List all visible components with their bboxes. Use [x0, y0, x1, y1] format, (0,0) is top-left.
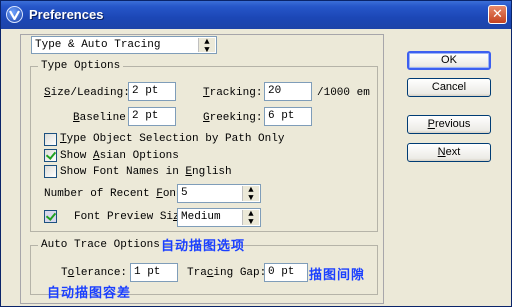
next-button[interactable]: Next: [407, 143, 491, 162]
section-dropdown-value: Type & Auto Tracing: [35, 39, 161, 51]
baseline-label: Baseline: [73, 112, 126, 124]
size-leading-label: Size/Leading:: [44, 87, 130, 99]
updown-arrow-icon: ▲ ▼: [242, 186, 259, 203]
annotation-tolerance: 自动描图容差: [47, 286, 132, 301]
greeking-input[interactable]: 6 pt: [264, 107, 312, 126]
updown-arrow-icon: ▲ ▼: [198, 38, 215, 55]
preferences-dialog: Preferences ✕ Type & Auto Tracing ▲ ▼ Typ…: [0, 0, 512, 307]
close-icon: ✕: [492, 7, 503, 22]
tracking-label: Tracking:: [203, 87, 263, 99]
section-dropdown[interactable]: Type & Auto Tracing ▲ ▼: [31, 36, 217, 55]
window-title: Preferences: [29, 7, 104, 22]
annotation-tracing-gap: 描图间隙: [309, 268, 366, 283]
recent-fonts-label: Number of Recent Fonts: [44, 188, 189, 200]
type-options-label: Type Options: [38, 60, 124, 72]
close-button[interactable]: ✕: [488, 5, 507, 24]
show-asian-options-label: Show Asian Options: [60, 150, 179, 162]
baseline-input[interactable]: 2 pt: [128, 107, 176, 126]
tracing-gap-label: Tracing Gap:: [187, 267, 267, 279]
ok-button[interactable]: OK: [407, 51, 491, 70]
greeking-label: Greeking:: [203, 112, 263, 124]
annotation-auto-trace-options: 自动描图选项: [161, 239, 246, 254]
font-preview-size-label: Font Preview Size: [74, 211, 186, 223]
show-font-names-english-label: Show Font Names in English: [60, 166, 232, 178]
tolerance-label: Tolerance:: [61, 267, 128, 279]
title-bar[interactable]: Preferences ✕: [1, 1, 511, 29]
show-font-names-english-checkbox[interactable]: [44, 165, 57, 178]
type-object-selection-checkbox[interactable]: [44, 133, 57, 146]
size-leading-input[interactable]: 2 pt: [128, 82, 176, 101]
tolerance-input[interactable]: 1 pt: [130, 263, 178, 282]
updown-arrow-icon: ▲ ▼: [242, 210, 259, 227]
show-asian-options-checkbox[interactable]: [44, 149, 57, 162]
previous-button[interactable]: Previous: [407, 115, 491, 134]
tracing-gap-input[interactable]: 0 pt: [264, 263, 308, 282]
recent-fonts-dropdown[interactable]: 5 ▲ ▼: [177, 184, 261, 203]
app-icon: [6, 6, 23, 23]
cancel-button[interactable]: Cancel: [407, 78, 491, 97]
font-preview-size-dropdown[interactable]: Medium ▲ ▼: [177, 208, 261, 227]
type-object-selection-label: Type Object Selection by Path Only: [60, 133, 285, 145]
font-preview-checkbox[interactable]: [44, 210, 57, 223]
tracking-unit: /1000 em: [317, 87, 370, 99]
tracking-input[interactable]: 20: [264, 82, 312, 101]
auto-trace-options-label: Auto Trace Options: [38, 239, 163, 251]
